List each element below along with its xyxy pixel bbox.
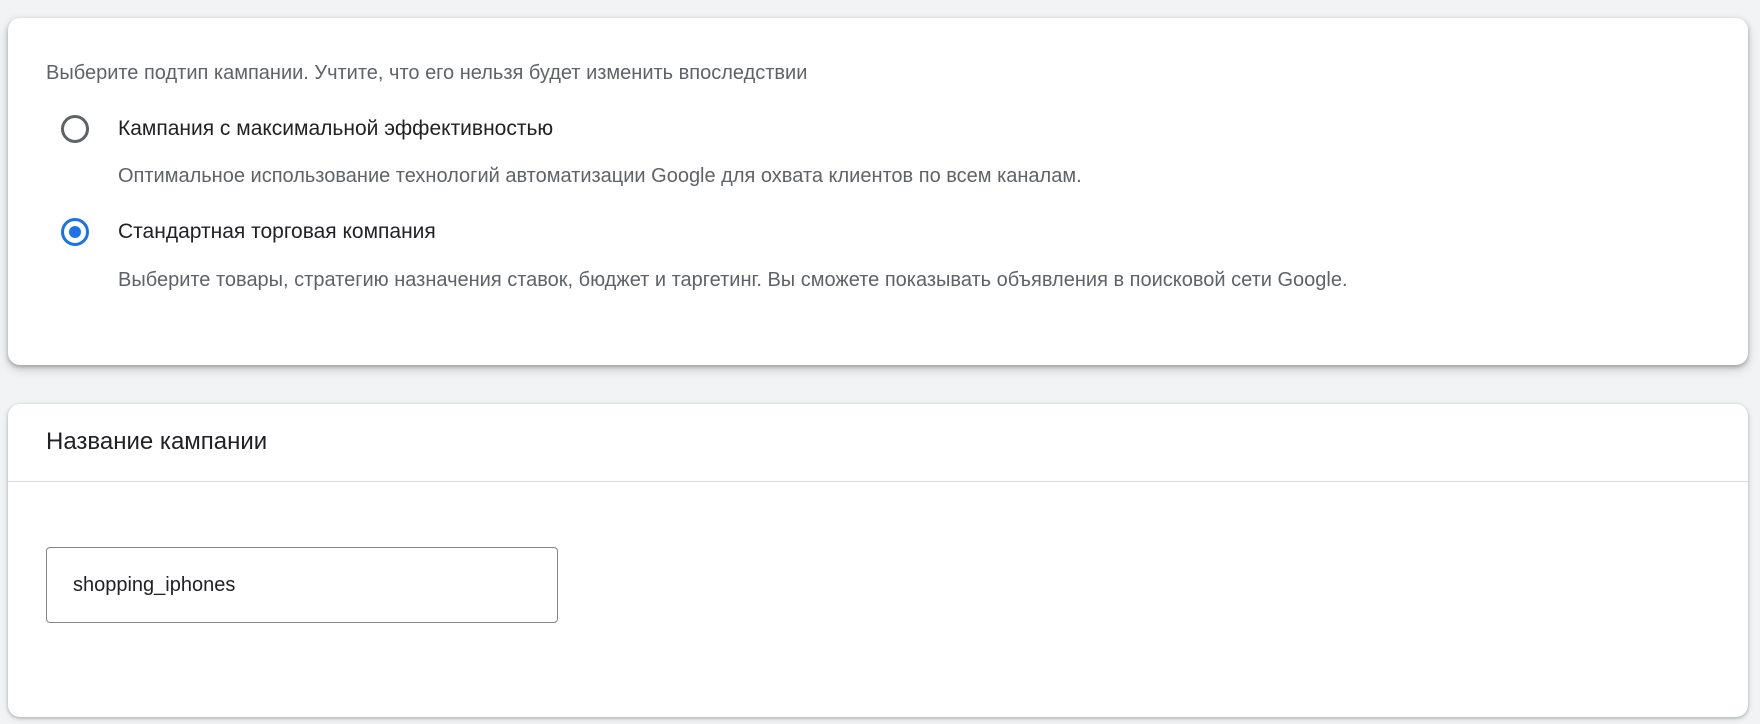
subtype-intro-text: Выберите подтип кампании. Учтите, что ег… (46, 62, 808, 84)
radio-checked-icon[interactable] (61, 218, 89, 246)
radio-unchecked-icon[interactable] (61, 115, 89, 143)
section-divider (8, 481, 1748, 482)
option-standard-shopping-label[interactable]: Стандартная торговая компания (118, 220, 436, 244)
campaign-name-card: Название кампании (8, 404, 1748, 717)
campaign-subtype-card: Выберите подтип кампании. Учтите, что ег… (8, 18, 1748, 365)
option-standard-shopping-description: Выберите товары, стратегию назначения ст… (118, 269, 1348, 291)
campaign-name-input[interactable] (46, 547, 558, 623)
radio-dot (69, 226, 81, 238)
campaign-name-title: Название кампании (46, 428, 268, 455)
option-performance-max-label[interactable]: Кампания с максимальной эффективностью (118, 117, 553, 141)
option-performance-max-description: Оптимальное использование технологий авт… (118, 165, 1082, 187)
